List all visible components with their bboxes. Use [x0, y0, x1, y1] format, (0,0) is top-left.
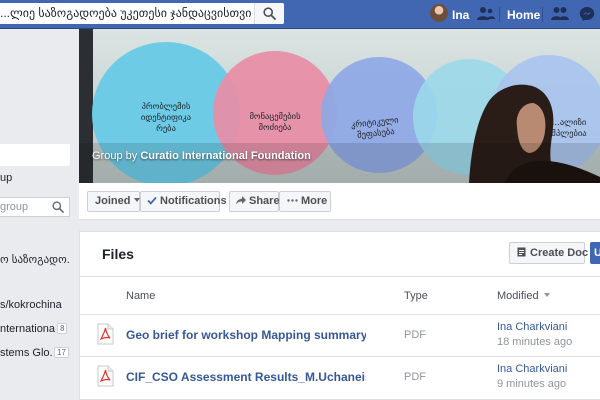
- share-arrow-icon: [236, 195, 246, 205]
- share-label: Share: [249, 195, 280, 207]
- svg-text:კრიტიკულიშეფასება: კრიტიკულიშეფასება: [350, 115, 400, 142]
- joined-label: Joined: [95, 195, 131, 207]
- cover-caption: Group by Curatio International Foundatio…: [92, 150, 311, 162]
- left-sidebar: up group ო საზოგადო... s/kokrochina nter…: [0, 29, 79, 400]
- create-doc-button[interactable]: Create Doc: [509, 242, 589, 264]
- user-avatar[interactable]: [430, 4, 448, 22]
- friend-requests-icon[interactable]: [551, 6, 569, 22]
- upload-file-button[interactable]: U: [590, 242, 600, 264]
- more-dots-icon: [287, 198, 298, 202]
- column-modified-label: Modified: [497, 290, 539, 302]
- create-doc-label: Create Doc: [530, 247, 589, 259]
- file-name-link[interactable]: CIF_CSO Assessment Results_M.Uchaneishvi…: [126, 370, 366, 384]
- file-author-link[interactable]: Ina Charkviani: [497, 363, 567, 375]
- home-link[interactable]: Home: [507, 8, 540, 22]
- column-modified[interactable]: Modified: [497, 290, 550, 302]
- table-row[interactable]: CIF_CSO Assessment Results_M.Uchaneishvi…: [80, 356, 600, 398]
- sidebar-item-link[interactable]: s/kokrochina: [0, 299, 62, 311]
- profile-link[interactable]: Ina: [452, 8, 469, 22]
- search-icon[interactable]: [52, 201, 64, 213]
- nav-divider: [499, 7, 500, 22]
- more-button[interactable]: More: [279, 191, 331, 212]
- search-input[interactable]: ...ლიე საზოგადოება უკეთესი ჯანდაცვისთვის: [0, 6, 252, 20]
- cover-circle-label: პრობლემის იდენტიფიკა რება: [141, 101, 191, 134]
- group-action-bar: Joined Notifications Share More: [79, 183, 600, 220]
- checkmark-icon: [147, 196, 157, 205]
- sidebar-selected-item[interactable]: [0, 144, 70, 166]
- joined-button[interactable]: Joined: [87, 191, 141, 212]
- notifications-label: Notifications: [160, 195, 227, 207]
- messenger-icon[interactable]: [579, 6, 595, 22]
- search-icon: [263, 7, 276, 20]
- files-column-header: Name Type Modified: [80, 276, 600, 314]
- group-search-box[interactable]: group: [0, 197, 70, 217]
- sidebar-item-group[interactable]: stems Glo...: [0, 347, 52, 359]
- table-row[interactable]: Geo brief for workshop Mapping summary 0…: [80, 314, 600, 356]
- column-name[interactable]: Name: [126, 290, 155, 302]
- search-button[interactable]: [254, 3, 284, 24]
- file-type: PDF: [404, 329, 426, 341]
- caption-prefix: Group by: [92, 150, 138, 162]
- group-cover-photo[interactable]: პრობლემის იდენტიფიკა რება მონაცემების მოძიე…: [79, 29, 600, 183]
- file-name-link[interactable]: Geo brief for workshop Mapping summary 0…: [126, 328, 366, 342]
- global-search-box[interactable]: ...ლიე საზოგადოება უკეთესი ჯანდაცვისთვის: [0, 3, 284, 24]
- sort-arrow-icon: [543, 293, 550, 297]
- svg-text:...ალიზიმპლებია: ...ალიზი მპლებია: [551, 117, 586, 139]
- groups-icon[interactable]: [477, 6, 495, 22]
- svg-text:მონაცემებისმოძიება: მონაცემების მოძიება: [249, 111, 301, 133]
- count-badge: 17: [54, 347, 69, 358]
- share-button[interactable]: Share: [229, 191, 280, 212]
- notifications-button[interactable]: Notifications: [140, 191, 227, 212]
- more-label: More: [301, 195, 328, 207]
- top-bar: ...ლიე საზოგადოება უკეთესი ჯანდაცვისთვის…: [0, 0, 600, 29]
- column-type[interactable]: Type: [404, 290, 428, 302]
- file-author-link[interactable]: Ina Charkviani: [497, 321, 567, 333]
- files-card: Files Create Doc U Name Type Modified Ge…: [79, 231, 600, 400]
- pdf-file-icon: [97, 323, 114, 345]
- file-type: PDF: [404, 371, 426, 383]
- files-title: Files: [102, 246, 134, 262]
- document-icon: [517, 247, 526, 257]
- sidebar-item-group[interactable]: nternational ...: [0, 323, 55, 335]
- count-badge: 8: [57, 323, 68, 334]
- file-modified-time: 18 minutes ago: [497, 336, 573, 348]
- sidebar-item-nav[interactable]: up: [0, 172, 12, 184]
- nav-divider: [542, 7, 543, 22]
- pdf-file-icon: [97, 365, 114, 387]
- upload-label: U: [594, 247, 600, 259]
- sidebar-item-group[interactable]: ო საზოგადო...: [0, 253, 70, 266]
- file-modified-time: 9 minutes ago: [497, 378, 567, 390]
- group-search-input[interactable]: group: [0, 201, 44, 213]
- organization-link[interactable]: Curatio International Foundation: [140, 150, 311, 162]
